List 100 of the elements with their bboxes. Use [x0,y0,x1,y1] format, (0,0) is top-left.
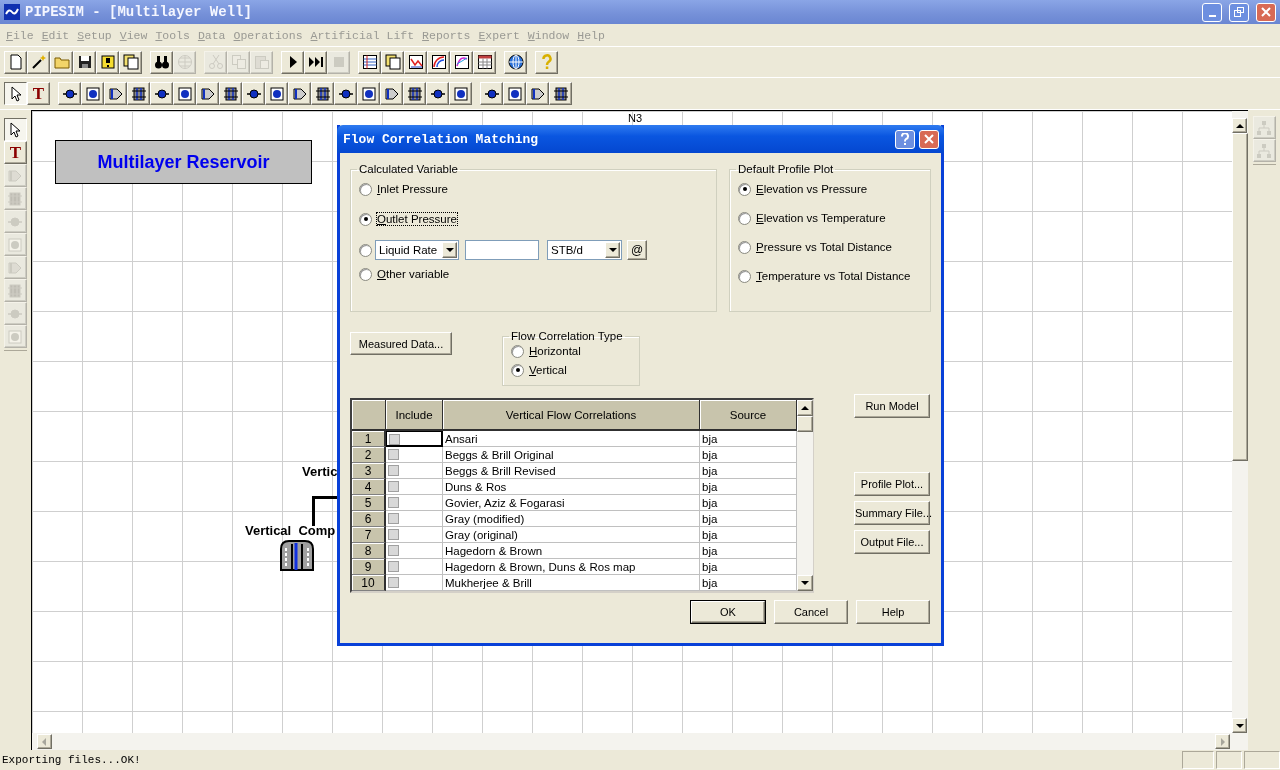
radio-label: Pressure vs Total Distance [756,241,892,253]
device-icon [7,282,24,299]
right-arrow-icon [1220,737,1225,746]
measured-data-button[interactable]: Measured Data... [350,332,452,355]
side-button[interactable]: Run Model [854,394,930,418]
radio-button[interactable] [738,211,751,225]
side-button[interactable]: Output File... [854,530,930,554]
checkbox[interactable] [388,481,399,492]
checkbox[interactable] [388,497,399,508]
table-cell: Gray (original) [443,527,700,543]
left-arrow-icon [42,737,47,746]
table-scrollbar[interactable] [797,400,813,591]
vertical-scrollbar[interactable] [1232,111,1249,733]
page-icon [7,54,24,70]
radio-button[interactable] [359,243,372,257]
text-tool-button[interactable]: T [27,82,50,105]
unit-dropdown[interactable]: STB/d [547,240,622,260]
radio-option[interactable]: Outlet Pressure [359,211,708,227]
column-header[interactable]: Vertical Flow Correlations [443,400,700,431]
connector-line [311,496,338,526]
scroll-thumb[interactable] [1232,133,1249,461]
row-number: 7 [352,527,386,543]
close-button[interactable] [1256,2,1276,22]
radio-button[interactable] [511,363,524,377]
radio-label: Elevation vs Temperature [756,212,886,224]
radio-option[interactable]: Inlet Pressure [359,181,708,197]
scissors-icon [207,54,224,70]
checkbox[interactable] [388,545,399,556]
pages-icon [122,54,139,70]
side-button[interactable]: Profile Plot... [854,472,930,496]
radio-option[interactable]: Temperature vs Total Distance [738,268,922,284]
horizontal-scrollbar[interactable] [31,733,1249,750]
device-icon [7,259,24,276]
radio-option[interactable]: Elevation vs Temperature [738,210,922,226]
radio-button[interactable] [359,212,372,226]
table-cell: Gray (modified) [443,511,700,527]
contour-chart-icon [430,54,447,70]
status-panel [1182,751,1214,769]
radio-option[interactable]: Pressure vs Total Distance [738,239,922,255]
scroll-thumb[interactable] [797,416,813,432]
checkbox[interactable] [389,433,400,445]
down-arrow-icon [1235,723,1244,728]
close-button[interactable] [919,129,939,149]
value-field[interactable] [465,240,539,260]
radio-button[interactable] [738,240,751,254]
radio-label: Elevation vs Pressure [756,183,868,195]
window-title: PIPESIM - [Multilayer Well] [25,4,253,20]
radio-option[interactable]: Elevation vs Pressure [738,181,922,197]
radio-button[interactable] [738,182,751,196]
column-header[interactable]: Include [386,400,443,431]
device-icon [199,85,216,102]
column-header[interactable]: Source [700,400,797,431]
dialog-button[interactable]: Help [856,600,930,624]
checkbox[interactable] [388,561,399,572]
radio-option[interactable]: Vertical [511,362,631,378]
help-button[interactable] [895,129,915,149]
radio-button[interactable] [511,344,524,358]
variable-dropdown[interactable]: Liquid Rate [375,240,459,260]
toolbar-button[interactable] [4,82,27,105]
radio-label: Horizontal [529,345,581,357]
status-panel [1216,751,1242,769]
radio-button[interactable] [738,269,751,283]
checkbox[interactable] [388,513,399,524]
text-tool-button[interactable]: T [3,141,27,164]
device-icon [360,85,377,102]
checkbox[interactable] [388,465,399,476]
checkbox[interactable] [388,529,399,540]
device-icon [406,85,423,102]
row-number: 5 [352,495,386,511]
pages-icon [384,54,401,70]
radio-option[interactable]: Horizontal [511,343,631,359]
device-icon [7,190,24,207]
toolbar-button[interactable] [3,118,27,141]
row-number: 3 [352,463,386,479]
dialog-button[interactable]: OK [690,600,766,624]
table-icon [361,54,378,70]
tree-icon [1256,142,1272,159]
calendar-icon [476,54,493,70]
status-panel [1244,751,1280,769]
radio-label: Outlet Pressure [377,213,457,225]
minimize-button[interactable] [1202,2,1222,22]
at-button[interactable]: @ [627,240,647,260]
copy-icon [230,54,247,70]
restore-button[interactable] [1229,2,1249,22]
table-cell: Mukherjee & Brill [443,575,700,591]
device-icon [222,85,239,102]
restore-icon [1234,7,1244,17]
dialog-button[interactable]: Cancel [774,600,848,624]
checkbox[interactable] [388,577,399,588]
device-icon [84,85,101,102]
dialog-title: Flow Correlation Matching [343,131,540,147]
down-arrow-icon [801,581,809,585]
checkbox[interactable] [388,449,399,460]
radio-option[interactable]: Other variable [359,266,708,282]
radio-label: Vertical [529,364,567,376]
well-icon [279,540,314,571]
device-icon [7,328,24,345]
device-icon [107,85,124,102]
device-icon [268,85,285,102]
side-button[interactable]: Summary File... [854,501,930,525]
